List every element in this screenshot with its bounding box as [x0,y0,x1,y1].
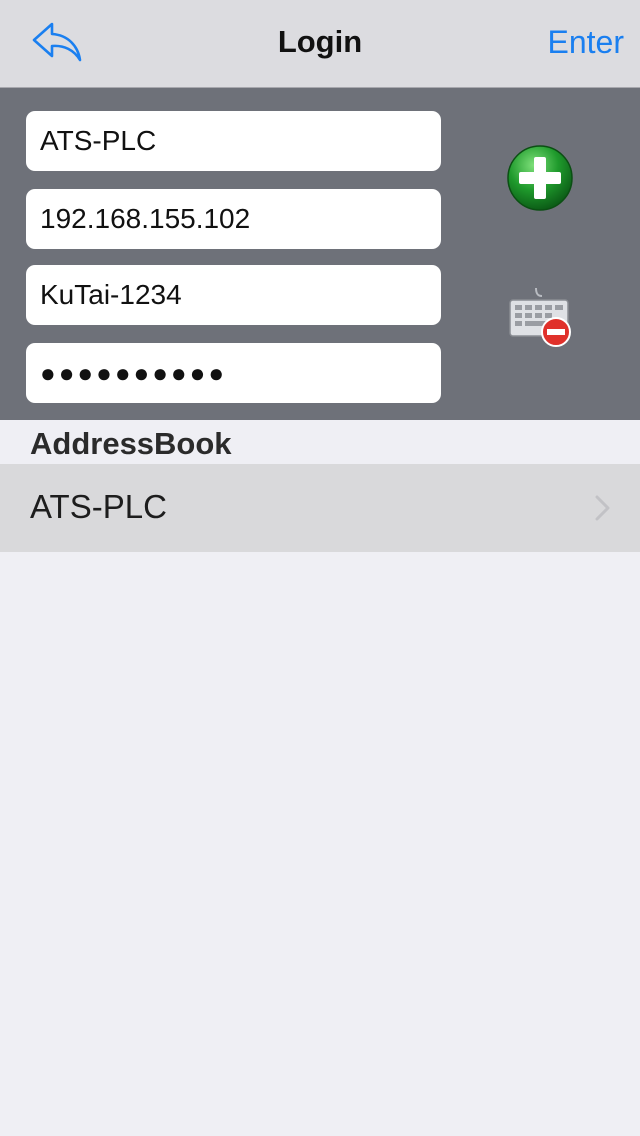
back-button[interactable] [30,20,86,64]
device-name-field[interactable]: ATS-PLC [26,111,441,171]
green-plus-icon [507,145,573,211]
hide-keyboard-button[interactable] [506,284,574,350]
list-item-label: ATS-PLC [30,488,167,525]
ip-address-field[interactable]: 192.168.155.102 [26,189,441,249]
add-address-button[interactable] [506,144,574,212]
login-form-panel: ATS-PLC 192.168.155.102 KuTai-1234 ●●●●●… [0,88,640,420]
page-title: Login [277,24,363,59]
address-book-header: AddressBook [0,420,640,464]
password-field[interactable]: ●●●●●●●●●● [26,343,441,403]
list-item[interactable]: ATS-PLC [0,464,640,552]
username-field[interactable]: KuTai-1234 [26,265,441,325]
reply-arrow-icon [32,22,82,62]
navigation-bar: Login Enter [0,0,640,88]
enter-button[interactable]: Enter [548,24,624,61]
keyboard-hide-icon [509,287,571,347]
chevron-right-icon [595,495,610,521]
address-book-title: AddressBook [30,426,232,461]
